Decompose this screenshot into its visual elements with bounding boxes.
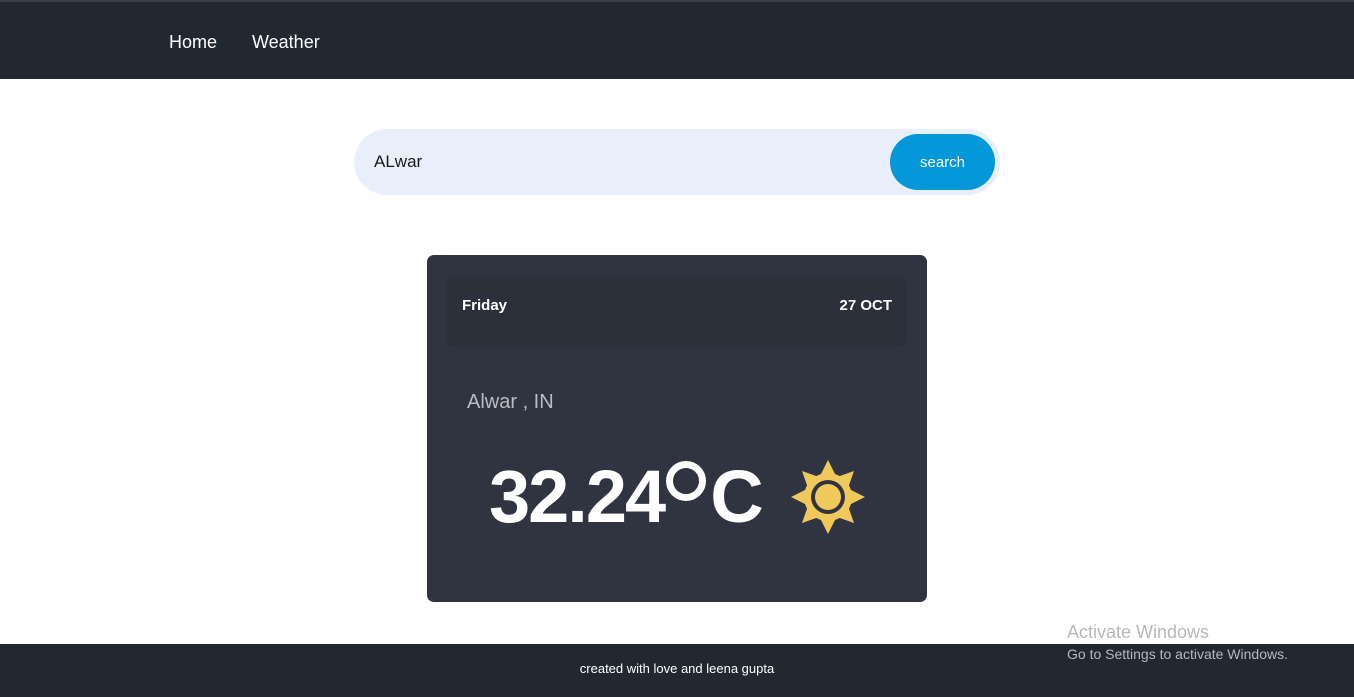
date-label: 27 OCT [839,297,892,314]
footer: created with love and leena gupta [0,644,1354,697]
temperature-display: 32.24 C [489,447,764,547]
sun-icon [791,460,865,534]
page: Home Weather search Friday 27 OCT Alwar … [0,0,1354,697]
location-label: Alwar , IN [467,391,554,413]
nav-link-home[interactable]: Home [169,31,217,53]
top-navbar: Home Weather [0,0,1354,79]
temperature-unit: C [710,455,763,538]
day-label: Friday [462,297,508,314]
city-search-input[interactable] [374,147,874,177]
watermark-title: Activate Windows [1067,622,1210,642]
degree-symbol [666,461,707,501]
search-button[interactable]: search [890,134,995,190]
temperature-value: 32.24 [489,455,666,538]
date-strip: Friday 27 OCT [446,275,907,347]
nav-link-weather[interactable]: Weather [252,31,320,53]
footer-credit: created with love and leena gupta [579,661,775,676]
search-bar: search [354,129,1000,195]
weather-card: Friday 27 OCT Alwar , IN 32.24 C [427,255,927,602]
